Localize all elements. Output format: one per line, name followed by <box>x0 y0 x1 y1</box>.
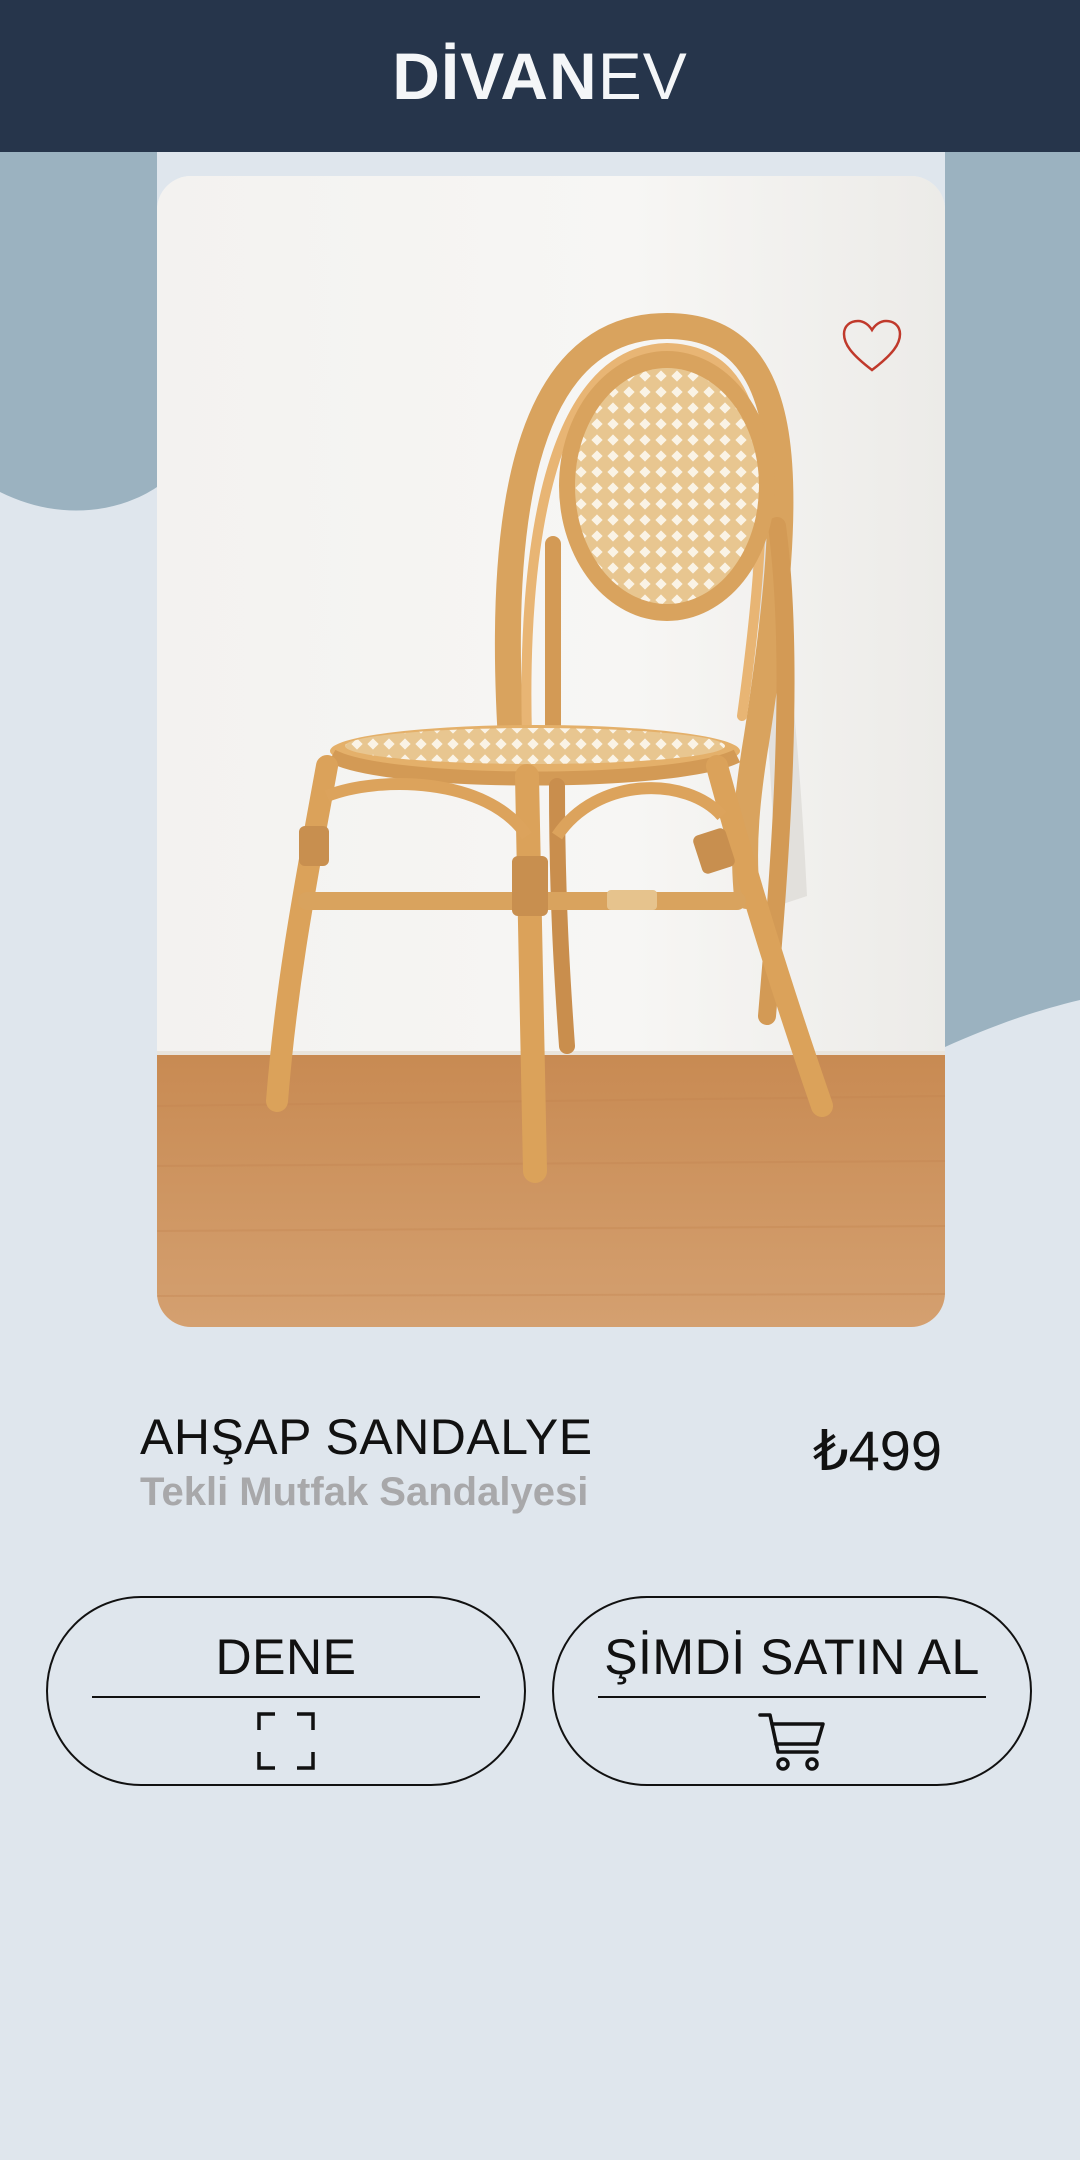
button-divider <box>92 1696 480 1698</box>
product-price: ₺499 <box>812 1419 942 1482</box>
product-subtitle: Tekli Mutfak Sandalyesi <box>140 1470 589 1514</box>
logo-bold-part: DİVAN <box>392 39 598 113</box>
product-title: AHŞAP SANDALYE <box>140 1409 593 1465</box>
button-divider <box>598 1696 986 1698</box>
try-button[interactable]: DENE <box>46 1596 526 1786</box>
product-image-card[interactable] <box>157 176 945 1327</box>
heart-outline-icon <box>842 319 902 372</box>
buy-button-label: ŞİMDİ SATIN AL <box>604 1629 980 1685</box>
logo-light-part: EV <box>597 39 688 113</box>
brand-logo[interactable]: DİVANEV <box>392 43 688 109</box>
expand-frame-icon <box>257 1712 315 1770</box>
try-button-label: DENE <box>215 1629 357 1685</box>
rattan-chair-photo <box>157 176 945 1327</box>
favorite-button[interactable] <box>837 311 907 381</box>
buy-now-button[interactable]: ŞİMDİ SATIN AL <box>552 1596 1032 1786</box>
shopping-cart-icon <box>758 1713 825 1771</box>
app-header: DİVANEV <box>0 0 1080 152</box>
